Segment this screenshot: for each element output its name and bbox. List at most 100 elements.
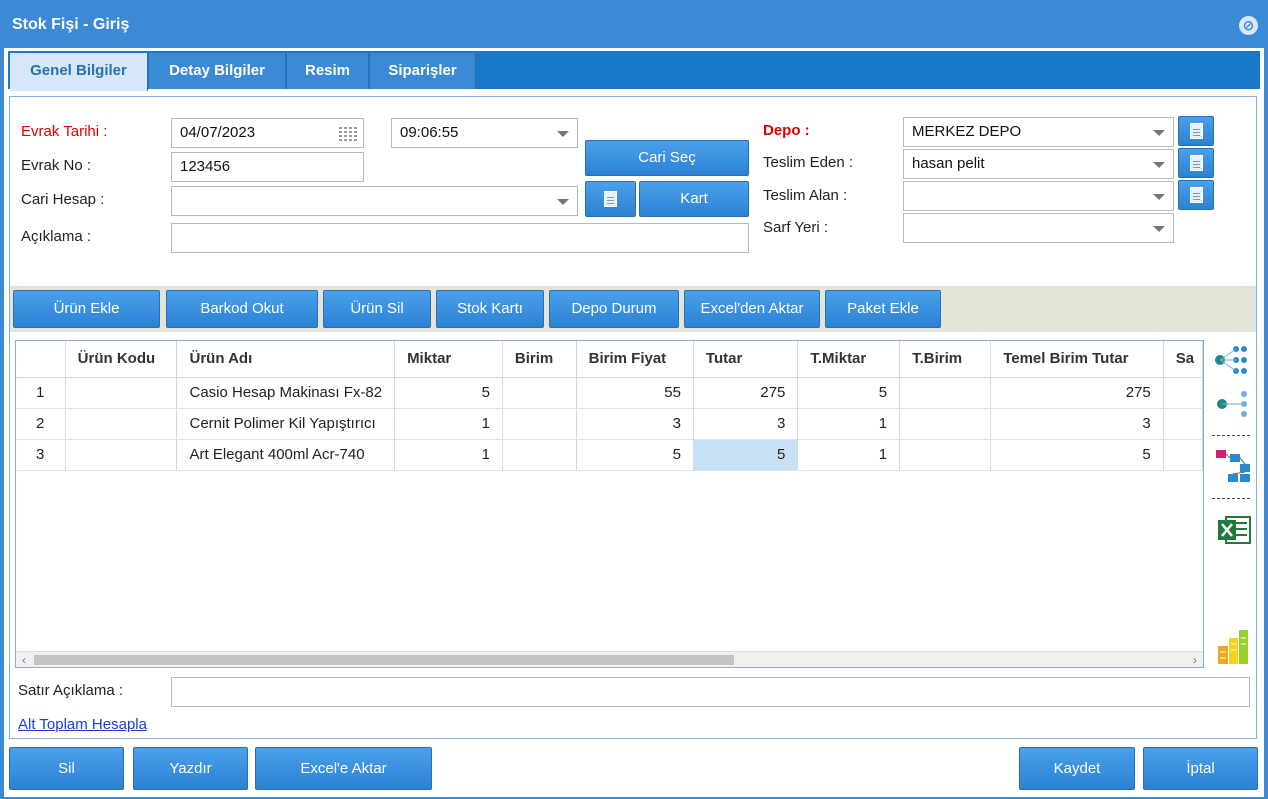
satir-aciklama-field[interactable] <box>171 677 1250 707</box>
horizontal-scrollbar[interactable]: ‹ › <box>16 651 1203 667</box>
cell-tutar[interactable]: 275 <box>693 377 799 409</box>
cell-birim[interactable] <box>502 377 577 409</box>
cell-birim-fiyat[interactable]: 3 <box>576 408 694 440</box>
cell-sa[interactable] <box>1163 377 1203 409</box>
col-header-urun-adi[interactable]: Ürün Adı <box>176 341 396 378</box>
cell-birim[interactable] <box>502 439 577 471</box>
kart-button[interactable]: Kart <box>639 181 749 217</box>
depo-select[interactable]: MERKEZ DEPO <box>903 117 1174 147</box>
table-row[interactable]: 3 Art Elegant 400ml Acr-740 1 5 5 1 5 <box>16 439 1203 471</box>
tab-siparisler[interactable]: Siparişler <box>370 53 476 89</box>
teslim-alan-doc-button[interactable] <box>1178 180 1214 210</box>
cari-hesap-select[interactable] <box>171 186 578 216</box>
collapse-tree-icon[interactable] <box>1214 388 1252 420</box>
evrak-no-field[interactable]: 123456 <box>171 152 364 182</box>
calendar-icon[interactable] <box>339 126 357 141</box>
cell-urun-kodu[interactable] <box>65 408 178 440</box>
evrak-no-label: Evrak No : <box>21 157 92 174</box>
excelden-aktar-button[interactable]: Excel'den Aktar <box>684 290 820 328</box>
cell-miktar[interactable]: 1 <box>394 439 503 471</box>
kaydet-button[interactable]: Kaydet <box>1019 747 1135 790</box>
depo-doc-button[interactable] <box>1178 116 1214 146</box>
sarf-yeri-select[interactable] <box>903 213 1174 243</box>
stok-karti-button[interactable]: Stok Kartı <box>436 290 544 328</box>
depo-label: Depo : <box>763 122 810 139</box>
cell-urun-adi[interactable]: Casio Hesap Makinası Fx-82 <box>176 377 396 409</box>
alt-toplam-hesapla-link[interactable]: Alt Toplam Hesapla <box>18 716 147 733</box>
hierarchy-icon[interactable] <box>1214 448 1252 484</box>
col-header-birim[interactable]: Birim <box>502 341 577 378</box>
sil-button[interactable]: Sil <box>9 747 124 790</box>
iptal-button[interactable]: İptal <box>1143 747 1258 790</box>
cell-rownum[interactable]: 2 <box>16 408 66 440</box>
cell-sa[interactable] <box>1163 408 1203 440</box>
excel-export-icon[interactable] <box>1216 514 1252 546</box>
cell-temel-birim-tutar[interactable]: 5 <box>990 439 1164 471</box>
table-row[interactable]: 1 Casio Hesap Makinası Fx-82 5 55 275 5 … <box>16 377 1203 409</box>
expand-tree-icon[interactable] <box>1214 344 1252 376</box>
col-header-birim-fiyat[interactable]: Birim Fiyat <box>576 341 694 378</box>
table-header-row: Ürün Kodu Ürün Adı Miktar Birim Birim Fi… <box>16 341 1203 378</box>
table-row[interactable]: 2 Cernit Polimer Kil Yapıştırıcı 1 3 3 1… <box>16 408 1203 440</box>
cell-urun-kodu[interactable] <box>65 377 178 409</box>
cell-t-miktar[interactable]: 1 <box>797 439 901 471</box>
cell-urun-adi[interactable]: Art Elegant 400ml Acr-740 <box>176 439 396 471</box>
tab-detay-bilgiler[interactable]: Detay Bilgiler <box>149 53 286 89</box>
cell-t-birim[interactable] <box>899 377 992 409</box>
cell-rownum[interactable]: 3 <box>16 439 66 471</box>
urun-sil-button[interactable]: Ürün Sil <box>323 290 431 328</box>
cell-rownum[interactable]: 1 <box>16 377 66 409</box>
cell-birim-fiyat[interactable]: 55 <box>576 377 694 409</box>
cell-tutar-selected[interactable]: 5 <box>693 439 799 471</box>
close-icon[interactable]: ⊘ <box>1239 16 1258 35</box>
aciklama-field[interactable] <box>171 223 749 253</box>
cell-sa[interactable] <box>1163 439 1203 471</box>
depo-value: MERKEZ DEPO <box>912 123 1022 140</box>
cell-t-miktar[interactable]: 1 <box>797 408 901 440</box>
tab-genel-bilgiler[interactable]: Genel Bilgiler <box>10 53 148 91</box>
column-chooser-icon[interactable] <box>1216 628 1250 666</box>
scrollbar-thumb[interactable] <box>34 655 734 665</box>
toolbar-separator <box>1212 435 1250 436</box>
scroll-right-icon[interactable]: › <box>1187 652 1203 667</box>
product-table: Ürün Kodu Ürün Adı Miktar Birim Birim Fi… <box>16 341 1203 471</box>
col-header-miktar[interactable]: Miktar <box>394 341 503 378</box>
barkod-okut-button[interactable]: Barkod Okut <box>166 290 318 328</box>
cell-miktar[interactable]: 5 <box>394 377 503 409</box>
cell-birim-fiyat[interactable]: 5 <box>576 439 694 471</box>
col-header-tutar[interactable]: Tutar <box>693 341 799 378</box>
urun-ekle-button[interactable]: Ürün Ekle <box>13 290 160 328</box>
col-header-urun-kodu[interactable]: Ürün Kodu <box>65 341 178 378</box>
cell-temel-birim-tutar[interactable]: 275 <box>990 377 1164 409</box>
cari-sec-button[interactable]: Cari Seç <box>585 140 749 176</box>
cell-temel-birim-tutar[interactable]: 3 <box>990 408 1164 440</box>
teslim-eden-doc-button[interactable] <box>1178 148 1214 178</box>
toolbar-separator <box>1212 498 1250 499</box>
cell-miktar[interactable]: 1 <box>394 408 503 440</box>
time-select[interactable]: 09:06:55 <box>391 118 578 148</box>
tab-resim[interactable]: Resim <box>287 53 369 89</box>
paket-ekle-button[interactable]: Paket Ekle <box>825 290 941 328</box>
cari-doc-button[interactable] <box>585 181 636 217</box>
cell-tutar[interactable]: 3 <box>693 408 799 440</box>
cell-birim[interactable] <box>502 408 577 440</box>
evrak-tarihi-field[interactable]: 04/07/2023 <box>171 118 364 148</box>
cari-hesap-label: Cari Hesap : <box>21 191 105 208</box>
teslim-alan-select[interactable] <box>903 181 1174 211</box>
cell-t-birim[interactable] <box>899 408 992 440</box>
cell-t-miktar[interactable]: 5 <box>797 377 901 409</box>
col-header-t-miktar[interactable]: T.Miktar <box>797 341 901 378</box>
cell-urun-kodu[interactable] <box>65 439 178 471</box>
col-header-rownum[interactable] <box>16 341 66 378</box>
excele-aktar-button[interactable]: Excel'e Aktar <box>255 747 432 790</box>
yazdir-button[interactable]: Yazdır <box>133 747 248 790</box>
col-header-sa[interactable]: Sa <box>1163 341 1203 378</box>
scroll-left-icon[interactable]: ‹ <box>16 652 32 667</box>
col-header-t-birim[interactable]: T.Birim <box>899 341 992 378</box>
cell-t-birim[interactable] <box>899 439 992 471</box>
col-header-temel-birim-tutar[interactable]: Temel Birim Tutar <box>990 341 1164 378</box>
depo-durum-button[interactable]: Depo Durum <box>549 290 679 328</box>
teslim-eden-select[interactable]: hasan pelit <box>903 149 1174 179</box>
cell-urun-adi[interactable]: Cernit Polimer Kil Yapıştırıcı <box>176 408 396 440</box>
document-icon <box>1190 155 1203 171</box>
